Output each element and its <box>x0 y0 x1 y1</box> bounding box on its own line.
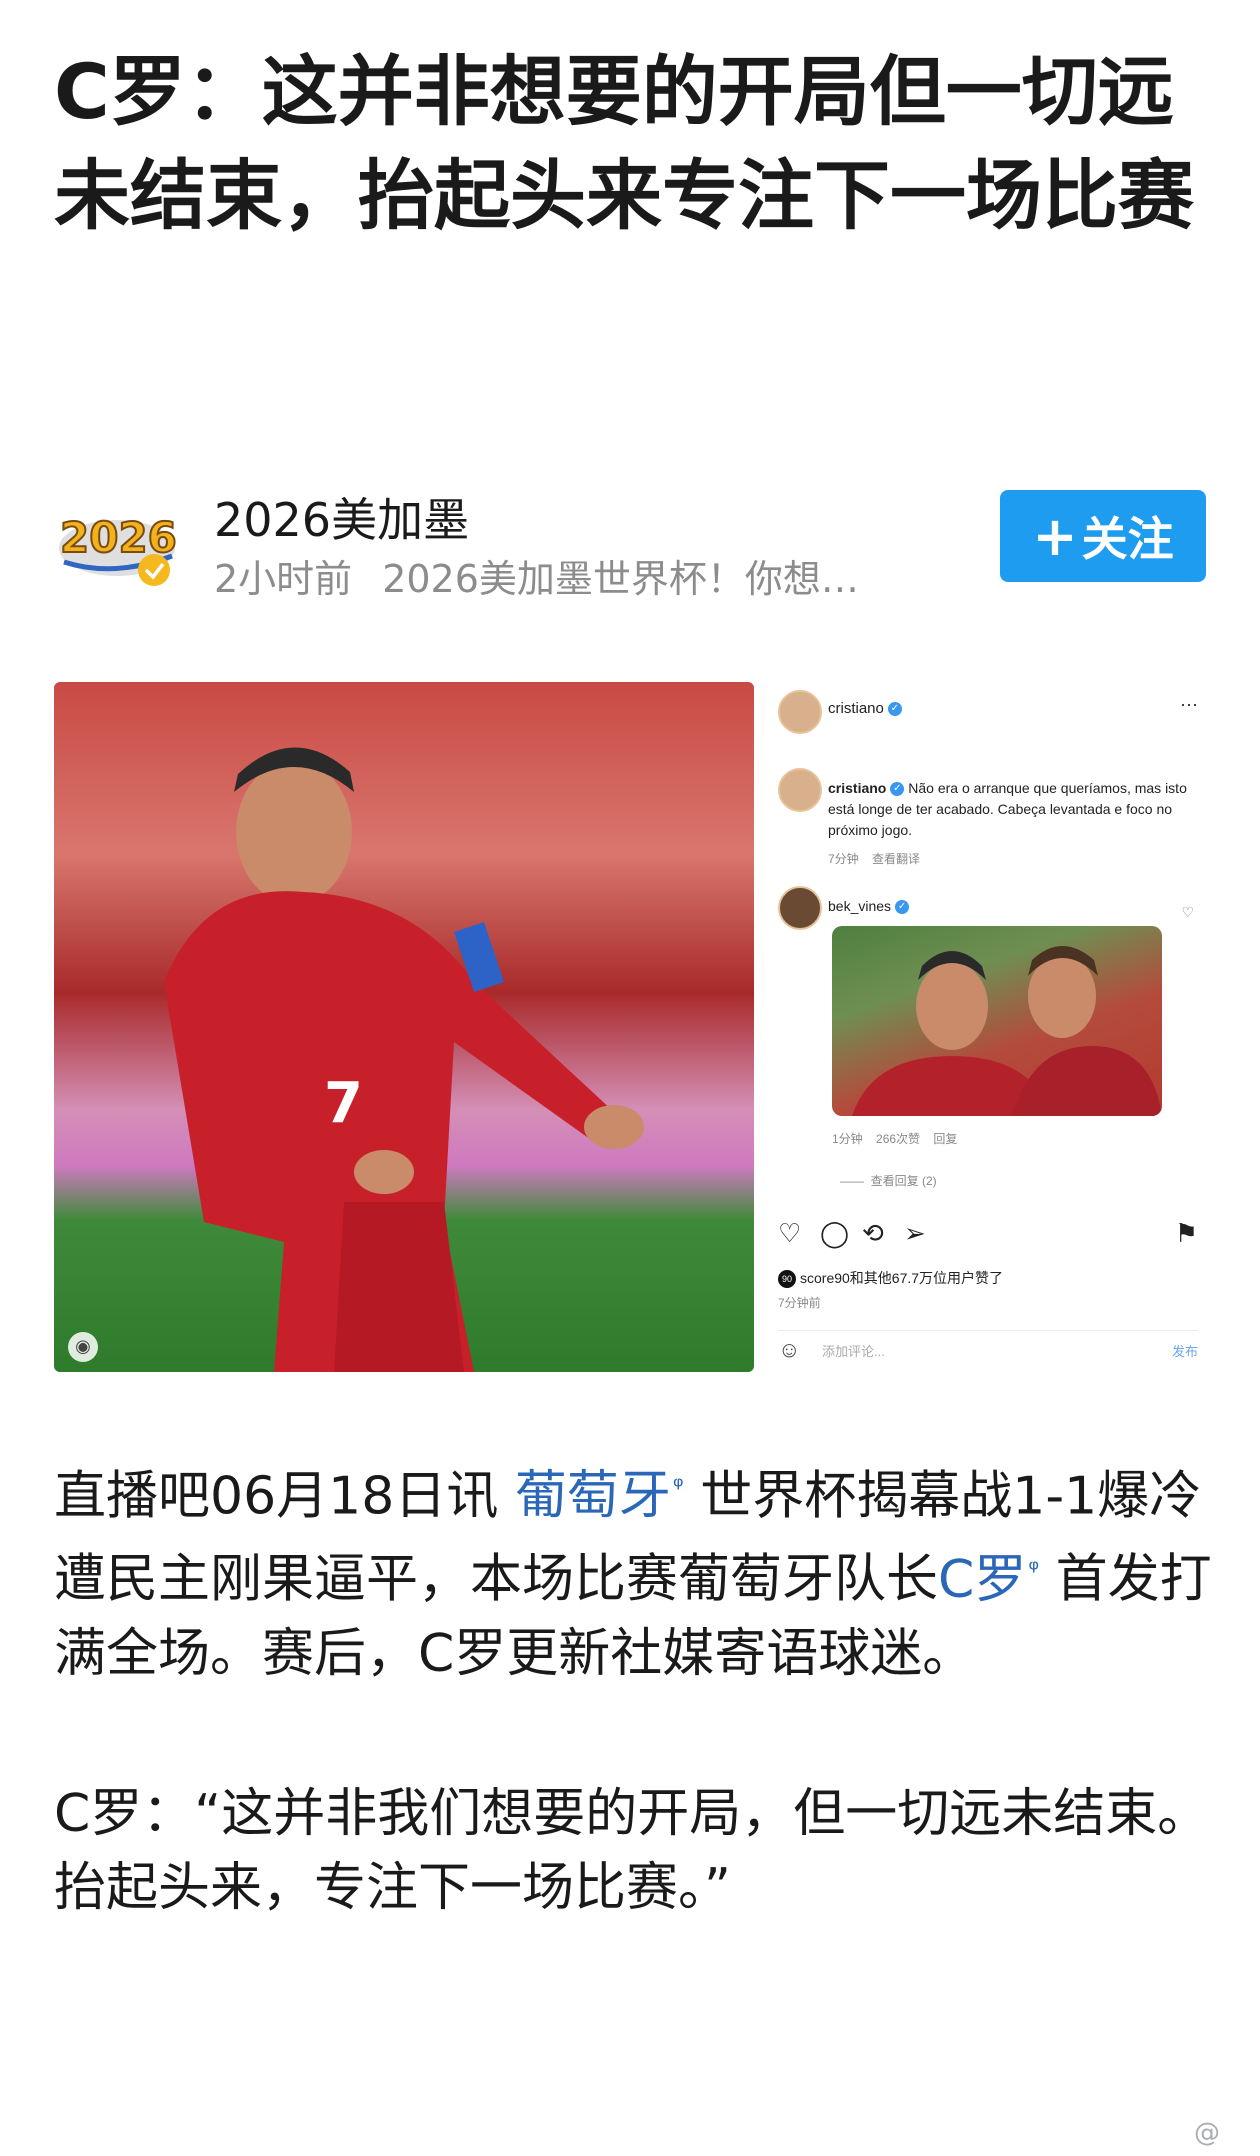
ig-comment-placeholder: 添加评论... <box>822 1344 885 1359</box>
keyword-link-portugal[interactable]: 葡萄牙ᵠ <box>515 1466 684 1526</box>
ig-reply-image <box>832 926 1162 1116</box>
person-icon[interactable]: ◉ <box>68 1332 98 1362</box>
post-time: 2小时前 <box>214 557 353 601</box>
ig-reply-user: bek_vines ✓ <box>828 898 910 915</box>
p1-text-start: 直播吧06月18日讯 <box>54 1466 515 1527</box>
heart-icon: ♡ <box>1181 904 1194 920</box>
heart-icon: ♡ <box>778 1218 802 1248</box>
ig-reply-meta: 1分钟 266次赞 回复 <box>832 1130 957 1147</box>
ig-caption-meta: 7分钟 查看翻译 <box>828 850 920 867</box>
score90-avatar: 90 <box>778 1270 796 1289</box>
article-paragraph-1: 直播吧06月18日讯 葡萄牙ᵠ 世界杯揭幕战1-1爆冷遭民主刚果逼平，本场比赛葡… <box>54 1450 1214 1691</box>
watermark: @ <box>1194 2118 1220 2148</box>
ig-caption: cristiano ✓ Não era o arranque que quería… <box>828 778 1198 841</box>
ig-reply-likes: 266次赞 <box>876 1132 921 1146</box>
verified-icon: ✓ <box>895 900 910 915</box>
author-avatar[interactable]: 2026 <box>54 498 180 590</box>
ig-caption-user: cristiano <box>828 780 887 796</box>
ig-view-replies-text: 查看回复 (2) <box>870 1174 937 1188</box>
ig-likes-text: score90和其他67.7万位用户赞了 <box>800 1270 1004 1286</box>
instagram-screenshot: cristiano ✓ ··· cristiano ✓ Não era o arra… <box>766 682 1206 1372</box>
keyword-cristiano-text: C罗 <box>938 1549 1027 1610</box>
ig-likes: 90 score90和其他67.7万位用户赞了 <box>778 1268 1004 1289</box>
keyword-portugal-text: 葡萄牙 <box>514 1466 671 1527</box>
article-title: C罗：这并非想要的开局但一切远未结束，抬起头来专注下一场比赛 <box>54 47 1194 240</box>
send-icon: ➢ <box>904 1218 926 1248</box>
emoji-icon: ☺ <box>778 1337 801 1362</box>
repost-icon: ⟲ <box>862 1218 884 1248</box>
ig-header-user: cristiano ✓ <box>828 700 902 717</box>
bookmark-icon: ⚑ <box>1174 1218 1198 1248</box>
ig-reply-username: bek_vines <box>828 898 892 914</box>
ig-reply-avatar <box>778 886 822 930</box>
ig-caption-time: 7分钟 <box>828 852 859 866</box>
avatar-logo-text: 2026 <box>60 513 177 562</box>
author-row: 2026 2026美加墨 2小时前 2026美加墨世界杯！你想… + 关注 <box>54 480 1206 620</box>
ig-likes-time: 7分钟前 <box>778 1296 821 1310</box>
ig-header-username: cristiano <box>828 700 884 717</box>
player-photo: 7 ◉ <box>54 682 754 1372</box>
ig-translate-link: 查看翻译 <box>872 852 921 866</box>
article-paragraph-2: C罗：“这并非我们想要的开局，但一切远未结束。抬起头来，专注下一场比赛。” <box>54 1783 1210 1918</box>
author-name[interactable]: 2026美加墨 <box>214 484 469 550</box>
ig-header-avatar <box>778 690 822 734</box>
ig-reply-action: 回复 <box>933 1132 958 1146</box>
search-icon: ᵠ <box>1028 1555 1040 1586</box>
jersey-number: 7 <box>324 1071 363 1136</box>
ig-view-replies: —— 查看回复 (2) <box>840 1174 937 1188</box>
ig-post-label: 发布 <box>1171 1344 1198 1359</box>
author-description: 2026美加墨世界杯！你想… <box>382 557 859 601</box>
comment-icon: ◯ <box>820 1218 850 1248</box>
ig-actions: ♡ ◯ ⟲ ➢ ⚑ <box>778 1218 1198 1250</box>
ig-caption-avatar <box>778 768 822 812</box>
verified-icon: ✓ <box>890 782 905 797</box>
article-body: 直播吧06月18日讯 葡萄牙ᵠ 世界杯揭幕战1-1爆冷遭民主刚果逼平，本场比赛葡… <box>54 1450 1214 1925</box>
author-meta: 2小时前 2026美加墨世界杯！你想… <box>214 548 859 603</box>
follow-label: 关注 <box>1081 512 1174 566</box>
verified-icon: ✓ <box>887 702 902 717</box>
ig-reply-time: 1分钟 <box>832 1132 863 1146</box>
plus-icon: + <box>1032 504 1078 568</box>
ig-comment-row: ☺ 添加评论... 发布 <box>778 1330 1198 1367</box>
keyword-link-cristiano[interactable]: C罗ᵠ <box>938 1550 1039 1610</box>
follow-button[interactable]: + 关注 <box>1000 490 1206 582</box>
article-image[interactable]: 7 ◉ cristiano ✓ ··· cristiano ✓ Não era o … <box>54 682 1206 1372</box>
more-icon: ··· <box>1180 694 1198 714</box>
search-icon: ᵠ <box>672 1472 684 1502</box>
